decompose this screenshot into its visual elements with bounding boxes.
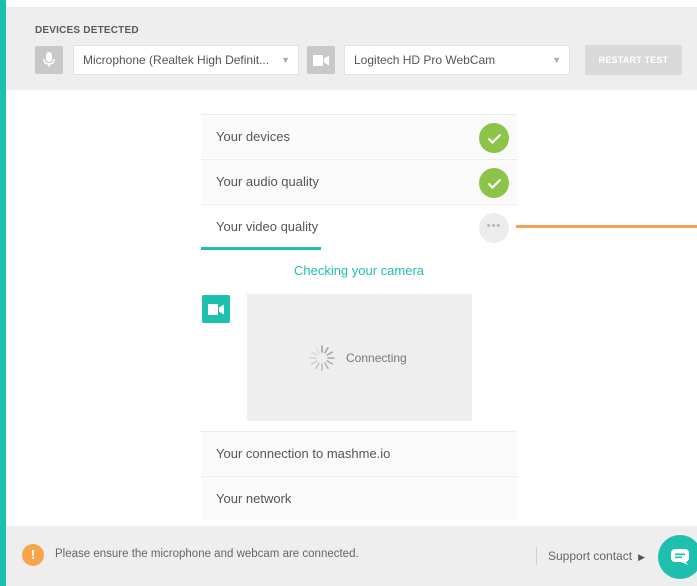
chat-button[interactable] xyxy=(658,535,697,579)
video-camera-icon xyxy=(307,46,335,74)
check-row-network: Your network xyxy=(201,476,517,520)
video-progress-bar xyxy=(201,247,322,250)
connector-line xyxy=(516,225,697,228)
video-camera-icon xyxy=(208,303,224,315)
check-label-video: Your video quality xyxy=(216,219,319,234)
check-row-devices: Your devices xyxy=(201,114,517,158)
checking-camera-status: Checking your camera xyxy=(293,263,425,278)
chevron-down-icon: ▼ xyxy=(552,55,561,65)
connecting-text: Connecting xyxy=(346,351,407,365)
camera-select[interactable]: Logitech HD Pro WebCam ▼ xyxy=(344,45,570,75)
check-label-network: Your network xyxy=(216,491,292,506)
check-label-audio: Your audio quality xyxy=(216,174,319,189)
support-contact-label: Support contact xyxy=(548,549,633,563)
triangle-right-icon: ▶ xyxy=(638,552,645,562)
check-row-connection: Your connection to mashme.io xyxy=(201,431,517,475)
loading-spinner-icon xyxy=(309,345,335,371)
footer-warning-message: Please ensure the microphone and webcam … xyxy=(55,548,359,560)
status-footer: ! Please ensure the microphone and webca… xyxy=(6,526,697,586)
camera-toggle-button[interactable] xyxy=(202,295,230,323)
chevron-down-icon: ▼ xyxy=(281,55,290,65)
chat-bubble-icon xyxy=(671,549,689,565)
camera-select-value: Logitech HD Pro WebCam xyxy=(354,53,496,67)
microphone-select-value: Microphone (Realtek High Definit... xyxy=(83,53,270,67)
check-label-connection: Your connection to mashme.io xyxy=(216,446,391,461)
microphone-select[interactable]: Microphone (Realtek High Definit... ▼ xyxy=(73,45,299,75)
check-label-devices: Your devices xyxy=(216,129,290,144)
check-success-icon xyxy=(479,168,509,198)
check-row-video: Your video quality ••• xyxy=(201,204,517,250)
devices-header: DEVICES DETECTED Microphone (Realtek Hig… xyxy=(6,7,697,90)
camera-preview: Connecting xyxy=(247,294,472,421)
devices-detected-title: DEVICES DETECTED xyxy=(35,25,139,36)
restart-test-button[interactable]: RESTART TEST xyxy=(585,45,682,75)
warning-icon: ! xyxy=(22,544,44,566)
support-contact-link[interactable]: Support contact ▶ xyxy=(536,547,645,565)
pending-ellipsis-icon: ••• xyxy=(479,213,509,243)
check-success-icon xyxy=(479,123,509,153)
check-row-audio: Your audio quality xyxy=(201,159,517,203)
microphone-icon xyxy=(35,46,63,74)
